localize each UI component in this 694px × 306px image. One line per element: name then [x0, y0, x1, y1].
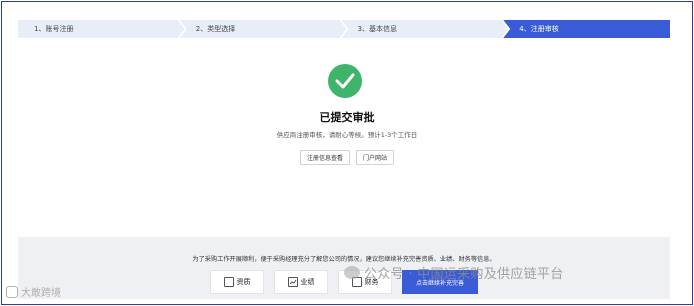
status-description: 供应商注册审核，请耐心等候。预计1-3个工作日 — [276, 131, 418, 139]
chart-icon — [287, 277, 298, 287]
wechat-icon — [344, 266, 360, 279]
registration-steps: 1、账号注册 2、类型选择 3、基本信息 4、注册审核 — [18, 20, 670, 38]
watermark-left-text: 大敢跨境 — [21, 288, 61, 299]
status-title: 已提交审批 — [319, 111, 375, 124]
watermark-logo-icon — [6, 285, 18, 298]
watermark-right-text: 公众号 · 中国运采购及供应链平台 — [364, 267, 564, 282]
watermark-left: 大敢跨境 — [6, 284, 61, 299]
portal-site-button[interactable]: 门户网站 — [356, 150, 395, 165]
certificate-icon — [223, 277, 234, 287]
qualification-card[interactable]: 资质 — [210, 270, 264, 294]
step-type-selection: 2、类型选择 — [180, 20, 347, 38]
step-registration-review: 4、注册审核 — [503, 20, 670, 38]
check-circle-icon — [328, 64, 362, 98]
performance-card[interactable]: 业绩 — [274, 270, 328, 294]
step-basic-info: 3、基本信息 — [342, 20, 509, 38]
action-buttons: 注册信息查看 门户网站 — [0, 150, 694, 165]
watermark-right: 公众号 · 中国运采购及供应链平台 — [344, 263, 564, 282]
step-label: 2、类型选择 — [195, 25, 236, 33]
step-label: 4、注册审核 — [519, 25, 559, 33]
step-account-registration: 1、账号注册 — [18, 20, 185, 38]
supplement-hint: 为了采购工作开展顺利，便于采购经理充分了解您公司的情况，建议您继续补充完善资质、… — [192, 256, 496, 263]
card-label: 资质 — [236, 278, 251, 286]
view-registration-button[interactable]: 注册信息查看 — [299, 150, 350, 165]
step-label: 1、账号注册 — [34, 25, 74, 33]
step-label: 3、基本信息 — [357, 25, 397, 33]
card-label: 业绩 — [300, 278, 315, 286]
